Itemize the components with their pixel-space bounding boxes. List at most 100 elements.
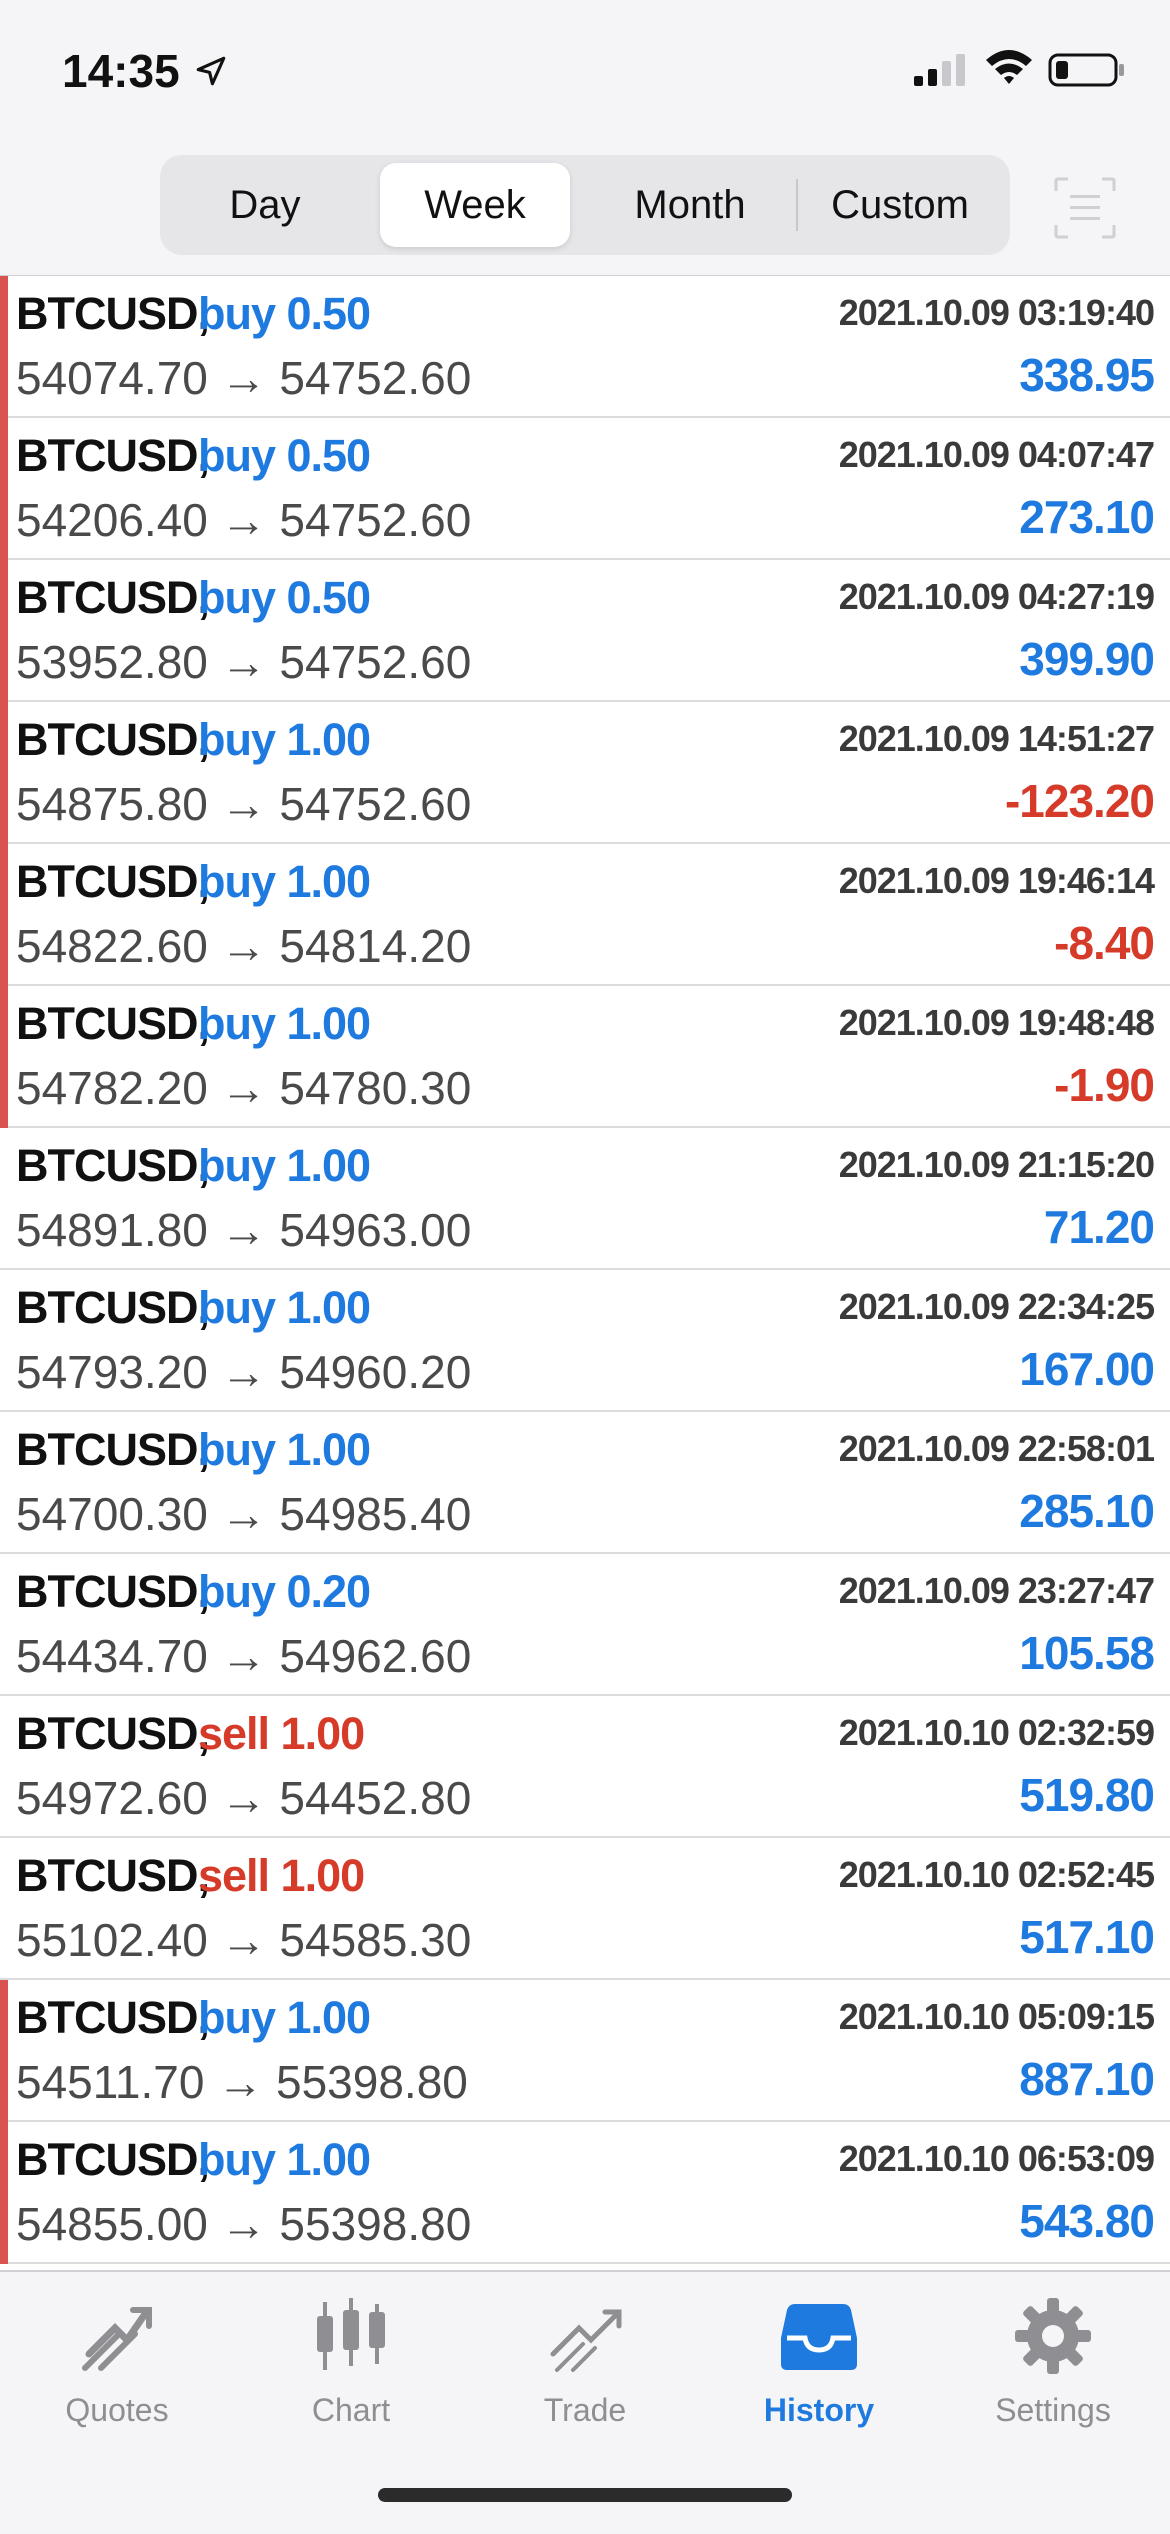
deal-row[interactable]: BTCUSD, buy 1.00 54700.30 → 54985.40 2021.1… [0, 1412, 1170, 1554]
deal-profit: -8.40 [1054, 917, 1155, 969]
deal-row[interactable]: BTCUSD, buy 1.00 54855.00 → 55398.80 2021.1… [0, 2122, 1170, 2264]
deal-marker [0, 276, 8, 418]
deal-prices: 54875.80 → 54752.60 [16, 778, 472, 830]
deal-time: 2021.10.10 05:09:15 [838, 1996, 1155, 2037]
deal-symbol: BTCUSD, [16, 1282, 210, 1333]
period-tab-custom[interactable]: Custom [800, 163, 1000, 247]
deal-marker [0, 844, 8, 986]
deal-type: buy 0.50 [198, 430, 371, 481]
deal-marker [0, 702, 8, 844]
deal-row[interactable]: BTCUSD, buy 0.20 54434.70 → 54962.60 2021.1… [0, 1554, 1170, 1696]
deal-time: 2021.10.10 02:32:59 [838, 1712, 1155, 1753]
tab-history[interactable]: History [702, 2294, 936, 2444]
deal-row[interactable]: BTCUSD, sell 1.00 55102.40 → 54585.30 2021.… [0, 1838, 1170, 1980]
deal-symbol: BTCUSD, [16, 714, 210, 765]
deal-type: buy 0.20 [198, 1566, 371, 1617]
period-tab-week[interactable]: Week [380, 163, 570, 247]
deal-list[interactable]: BTCUSD, buy 0.50 54074.70 → 54752.60 2021.1… [0, 275, 1170, 2271]
deal-profit: 517.10 [1019, 1911, 1155, 1963]
deal-type: buy 1.00 [198, 2134, 371, 2185]
status-time: 14:35 [62, 45, 180, 97]
deal-profit: 399.90 [1019, 633, 1155, 685]
report-filter-icon[interactable] [1052, 175, 1118, 241]
deal-type: buy 1.00 [198, 714, 371, 765]
deal-time: 2021.10.09 19:48:48 [838, 1002, 1155, 1043]
home-indicator [378, 2488, 792, 2502]
deal-prices: 54700.30 → 54985.40 [16, 1488, 472, 1540]
deal-prices: 54434.70 → 54962.60 [16, 1630, 472, 1682]
deal-symbol: BTCUSD, [16, 998, 210, 1049]
deal-marker [0, 1980, 8, 2122]
deal-type: sell 1.00 [198, 1708, 365, 1759]
deal-symbol: BTCUSD, [16, 1566, 210, 1617]
deal-row[interactable]: BTCUSD, buy 1.00 54793.20 → 54960.20 2021.1… [0, 1270, 1170, 1412]
deal-prices: 54972.60 → 54452.80 [16, 1772, 472, 1824]
deal-row[interactable]: BTCUSD, buy 1.00 54822.60 → 54814.20 2021.1… [0, 844, 1170, 986]
deal-profit: -123.20 [1004, 775, 1155, 827]
deal-time: 2021.10.09 04:27:19 [838, 576, 1155, 617]
deal-time: 2021.10.09 14:51:27 [838, 718, 1155, 759]
deal-type: buy 1.00 [198, 1140, 371, 1191]
location-arrow-icon [196, 56, 226, 86]
tab-history-label: History [763, 2392, 875, 2428]
deal-prices: 54793.20 → 54960.20 [16, 1346, 472, 1398]
period-bar: Day Week Month Custom [0, 145, 1170, 275]
period-segmented-control: Day Week Month Custom [160, 155, 1010, 255]
deal-prices: 54511.70 → 55398.80 [16, 2056, 468, 2108]
tab-trade-label: Trade [543, 2392, 627, 2428]
wifi-icon [986, 50, 1032, 84]
deal-symbol: BTCUSD, [16, 430, 210, 481]
deal-time: 2021.10.10 02:52:45 [838, 1854, 1155, 1895]
deal-prices: 54782.20 → 54780.30 [16, 1062, 472, 1114]
deal-profit: 543.80 [1019, 2195, 1155, 2247]
chart-icon [317, 2298, 385, 2370]
tab-settings-label: Settings [995, 2392, 1111, 2428]
deal-row[interactable]: BTCUSD, buy 0.50 54074.70 → 54752.60 2021.1… [0, 276, 1170, 418]
deal-profit: 71.20 [1043, 1201, 1155, 1253]
tab-quotes[interactable]: Quotes [0, 2294, 234, 2444]
deal-type: buy 0.50 [198, 288, 371, 339]
segment-divider [796, 179, 798, 231]
deal-symbol: BTCUSD, [16, 856, 210, 907]
deal-type: buy 1.00 [198, 998, 371, 1049]
deal-time: 2021.10.09 22:58:01 [838, 1428, 1155, 1469]
deal-prices: 55102.40 → 54585.30 [16, 1914, 472, 1966]
deal-time: 2021.10.09 19:46:14 [838, 860, 1155, 901]
deal-time: 2021.10.09 04:07:47 [838, 434, 1155, 475]
tab-quotes-label: Quotes [65, 2392, 169, 2428]
deal-row[interactable]: BTCUSD, sell 1.00 54972.60 → 54452.80 2021.… [0, 1696, 1170, 1838]
deal-profit: 338.95 [1019, 349, 1155, 401]
deal-symbol: BTCUSD, [16, 1708, 210, 1759]
deal-row[interactable]: BTCUSD, buy 1.00 54511.70 → 55398.80 2021.1… [0, 1980, 1170, 2122]
deal-symbol: BTCUSD, [16, 288, 210, 339]
deal-row[interactable]: BTCUSD, buy 0.50 53952.80 → 54752.60 2021.1… [0, 560, 1170, 702]
deal-time: 2021.10.09 22:34:25 [838, 1286, 1155, 1327]
deal-prices: 54206.40 → 54752.60 [16, 494, 472, 546]
status-bar: 14:35 [0, 0, 1170, 145]
tab-trade[interactable]: Trade [468, 2294, 702, 2444]
deal-type: buy 1.00 [198, 856, 371, 907]
tab-chart[interactable]: Chart [234, 2294, 468, 2444]
deal-symbol: BTCUSD, [16, 2134, 210, 2185]
deal-row[interactable]: BTCUSD, buy 0.50 54206.40 → 54752.60 2021.1… [0, 418, 1170, 560]
deal-type: sell 1.00 [198, 1850, 365, 1901]
deal-row[interactable]: BTCUSD, buy 1.00 54782.20 → 54780.30 2021.1… [0, 986, 1170, 1128]
deal-prices: 54822.60 → 54814.20 [16, 920, 472, 972]
tab-settings[interactable]: Settings [936, 2294, 1170, 2444]
deal-symbol: BTCUSD, [16, 572, 210, 623]
deal-time: 2021.10.10 06:53:09 [838, 2138, 1155, 2179]
deal-symbol: BTCUSD, [16, 1140, 210, 1191]
deal-row[interactable]: BTCUSD, buy 1.00 54875.80 → 54752.60 2021.1… [0, 702, 1170, 844]
deal-profit: -1.90 [1054, 1059, 1155, 1111]
tab-chart-label: Chart [311, 2392, 391, 2428]
deal-row[interactable]: BTCUSD, buy 1.00 54891.80 → 54963.00 2021.1… [0, 1128, 1170, 1270]
deal-prices: 54074.70 → 54752.60 [16, 352, 472, 404]
cellular-signal-icon [914, 54, 965, 86]
deal-profit: 519.80 [1019, 1769, 1155, 1821]
period-tab-month[interactable]: Month [590, 163, 790, 247]
deal-profit: 887.10 [1019, 2053, 1155, 2105]
deal-marker [0, 418, 8, 560]
deal-profit: 273.10 [1019, 491, 1155, 543]
period-tab-day[interactable]: Day [170, 163, 360, 247]
deal-symbol: BTCUSD, [16, 1850, 210, 1901]
